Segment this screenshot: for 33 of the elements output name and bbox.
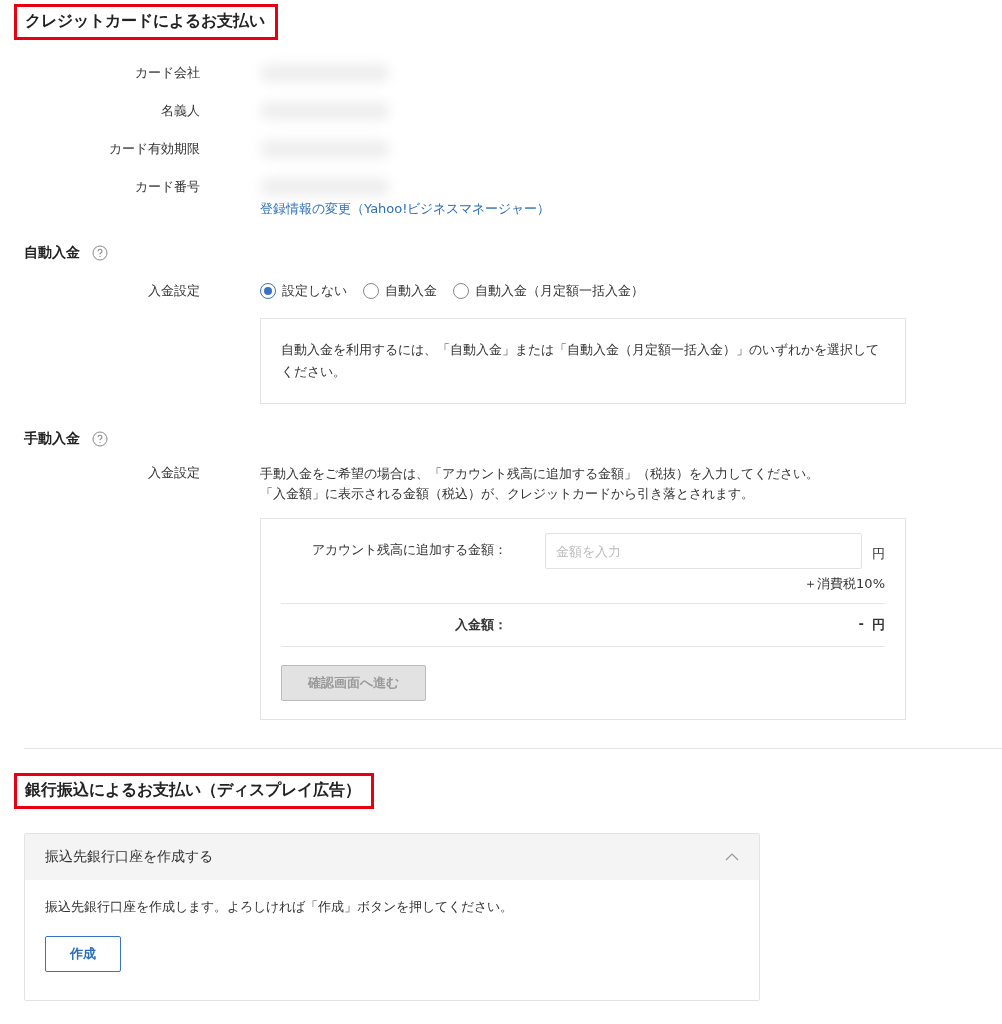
radio-icon[interactable] [453,283,469,299]
amount-input[interactable]: 金額を入力 [545,533,862,569]
help-icon[interactable] [92,245,108,261]
description-text: 「入金額」に表示される金額（税込）が、クレジットカードから引き落とされます。 [260,485,755,503]
field-label: カード有効期限 [108,140,201,158]
total-value: - [858,616,864,633]
field-label: 入金設定 [147,282,201,300]
create-button[interactable]: 作成 [45,936,121,972]
info-note: 自動入金を利用するには、「自動入金」または「自動入金（月定額一括入金）」のいずれかを選択してください。 [281,341,880,381]
field-label: 入金設定 [147,464,201,482]
tax-note: ＋消費税10% [803,575,885,593]
section-heading: 手動入金 [24,430,80,448]
field-label: カード番号 [134,178,201,196]
unit-text: 円 [872,616,885,634]
radio-icon[interactable] [363,283,379,299]
radio-option[interactable]: 自動入金 [363,282,437,300]
field-label: アカウント残高に追加する金額： [311,541,507,559]
description-text: 手動入金をご希望の場合は、「アカウント残高に追加する金額」（税抜）を入力してください。 [260,465,819,483]
section-title: クレジットカードによるお支払い [14,4,278,40]
change-link[interactable]: 登録情報の変更（Yahoo!ビジネスマネージャー） [260,200,551,218]
radio-icon[interactable] [260,283,276,299]
field-label: カード会社 [134,64,201,82]
field-label: 入金額： [454,616,507,634]
info-note: 振込先銀行口座を作成します。よろしければ「作成」ボタンを押してください。 [45,898,514,916]
accordion-header[interactable]: 振込先銀行口座を作成する [25,834,759,880]
radio-option[interactable]: 設定しない [260,282,347,300]
caret-icon[interactable] [725,853,739,861]
section-heading: 自動入金 [24,244,80,262]
help-icon[interactable] [92,431,108,447]
unit-text: 円 [872,545,885,563]
field-label: 名義人 [160,102,201,120]
section-title: 銀行振込によるお支払い（ディスプレイ広告） [14,773,374,809]
radio-option[interactable]: 自動入金（月定額一括入金） [453,282,644,300]
